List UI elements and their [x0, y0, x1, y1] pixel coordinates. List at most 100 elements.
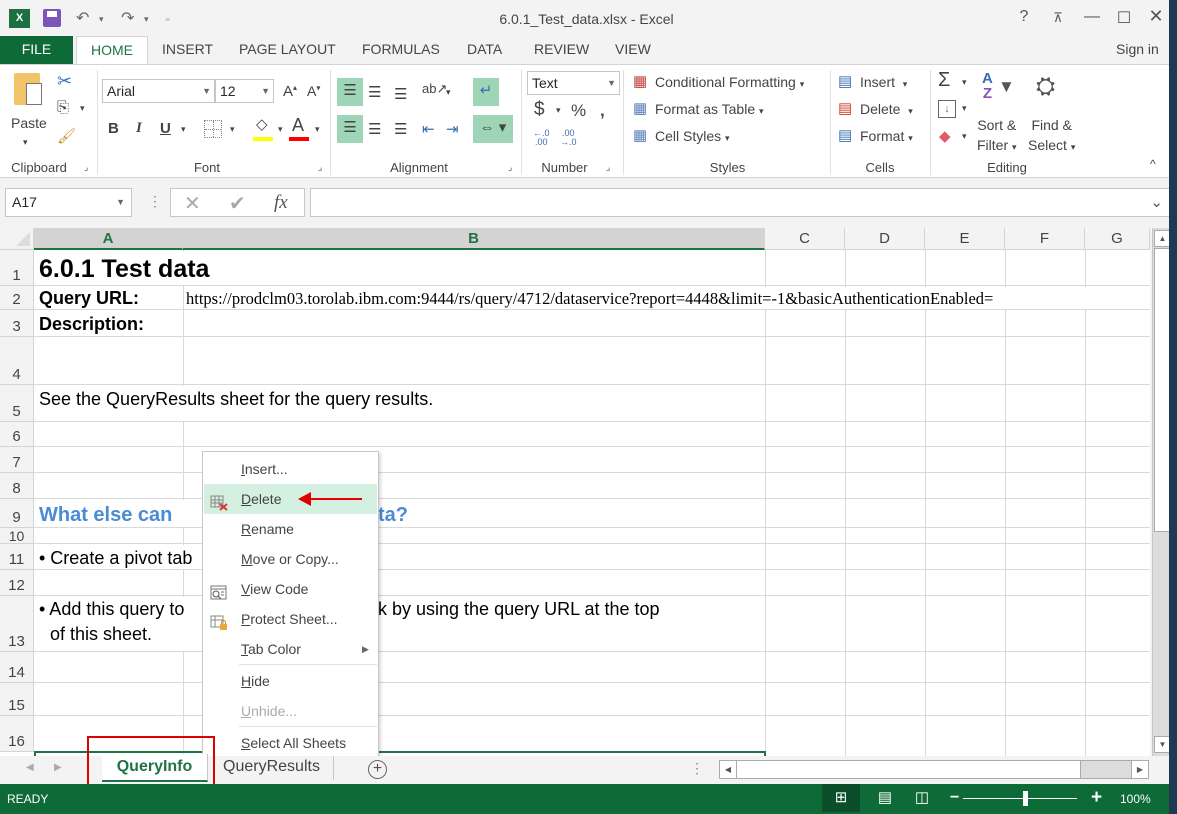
cell-a3[interactable]: Description: — [39, 314, 144, 335]
insert-cells-icon[interactable]: ▤ — [838, 72, 852, 90]
cell-a5[interactable]: See the QueryResults sheet for the query… — [39, 389, 433, 410]
number-format-combo[interactable]: Text ▼ — [527, 71, 620, 95]
column-header-b[interactable]: B — [183, 228, 765, 250]
menu-item-unhide[interactable]: Unhide... — [204, 696, 377, 726]
tab-home[interactable]: HOME — [76, 36, 148, 65]
row-header[interactable]: 2 — [0, 286, 34, 310]
zoom-in-button[interactable]: + — [1091, 787, 1102, 809]
formula-bar-grip-icon[interactable]: ⋮ — [148, 193, 162, 210]
insert-function-button[interactable]: fx — [274, 192, 288, 214]
scroll-left-button[interactable]: ◀ — [720, 761, 737, 778]
row-header[interactable]: 1 — [0, 250, 34, 286]
zoom-slider-thumb[interactable] — [1023, 791, 1028, 806]
increase-indent-button[interactable]: ⇥ — [446, 120, 459, 138]
maximize-button[interactable]: ☐ — [1112, 8, 1136, 28]
paste-dropdown-icon[interactable]: ▾ — [23, 137, 28, 148]
wrap-text-button[interactable]: ↵ — [473, 78, 499, 106]
merge-center-button[interactable]: ⇔ ▾ — [473, 115, 513, 143]
tab-insert[interactable]: INSERT — [148, 36, 227, 64]
clipboard-launcher-icon[interactable]: ⌟ — [84, 162, 88, 173]
chevron-down-icon[interactable]: ▼ — [116, 189, 125, 216]
cell-styles-button[interactable]: Cell Styles ▾ — [655, 128, 730, 144]
tab-view[interactable]: VIEW — [601, 36, 665, 64]
font-color-dropdown-icon[interactable]: ▾ — [315, 124, 320, 135]
number-launcher-icon[interactable]: ⌟ — [606, 162, 610, 173]
decrease-font-icon[interactable]: A▾ — [307, 83, 320, 99]
page-break-view-button[interactable]: ◫ — [907, 784, 937, 812]
sort-filter-icon[interactable]: AZ — [982, 71, 993, 101]
column-header-g[interactable]: G — [1085, 228, 1150, 250]
sign-in-link[interactable]: Sign in — [1116, 36, 1159, 64]
row-header[interactable]: 14 — [0, 652, 34, 683]
font-launcher-icon[interactable]: ⌟ — [318, 162, 322, 173]
find-select-button[interactable]: Find & Select ▾ — [1028, 115, 1075, 157]
scroll-down-button[interactable]: ▼ — [1154, 736, 1169, 753]
menu-item-tab-color[interactable]: Tab Color ▶ — [204, 634, 377, 664]
fill-icon[interactable]: ↓ — [938, 100, 956, 118]
decrease-decimal-button[interactable]: .00 →.0 — [560, 129, 577, 147]
column-header-f[interactable]: F — [1005, 228, 1085, 250]
orientation-icon[interactable]: ab↗ — [422, 81, 447, 97]
bold-button[interactable]: B — [108, 120, 119, 137]
alignment-launcher-icon[interactable]: ⌟ — [508, 162, 512, 173]
menu-item-protect-sheet[interactable]: Protect Sheet... — [204, 604, 377, 634]
borders-dropdown-icon[interactable]: ▾ — [230, 124, 235, 135]
paste-icon[interactable] — [14, 73, 42, 105]
format-as-table-icon[interactable]: ▦ — [633, 99, 647, 117]
formula-input[interactable]: ⌄ — [310, 188, 1169, 217]
new-sheet-button[interactable]: + — [368, 760, 387, 779]
cut-icon[interactable]: ✂ — [57, 71, 72, 92]
expand-formula-icon[interactable]: ⌄ — [1150, 193, 1163, 211]
horizontal-scroll-thumb[interactable] — [737, 761, 1081, 778]
underline-button[interactable]: U — [160, 120, 171, 137]
row-header[interactable]: 15 — [0, 683, 34, 716]
normal-view-button[interactable]: ⊞ — [822, 784, 860, 812]
ribbon-display-options-icon[interactable]: ⊼ — [1046, 10, 1070, 26]
sort-filter-button[interactable]: Sort & Filter ▾ — [977, 115, 1017, 157]
fill-dropdown-icon[interactable]: ▾ — [962, 103, 967, 114]
row-header[interactable]: 4 — [0, 337, 34, 385]
clear-icon[interactable]: ◆ — [939, 127, 951, 145]
page-layout-view-button[interactable]: ▤ — [870, 784, 900, 812]
cancel-icon[interactable]: ✕ — [184, 191, 201, 216]
row-header[interactable]: 13 — [0, 596, 34, 652]
select-all-corner[interactable] — [0, 228, 34, 250]
row-header[interactable]: 16 — [0, 716, 34, 752]
tab-file[interactable]: FILE — [0, 36, 73, 64]
left-align-button[interactable]: ☰ — [337, 115, 363, 143]
format-as-table-button[interactable]: Format as Table ▾ — [655, 101, 764, 117]
decrease-indent-button[interactable]: ⇤ — [422, 120, 435, 138]
scroll-up-button[interactable]: ▲ — [1154, 230, 1169, 247]
row-header[interactable]: 6 — [0, 422, 34, 447]
font-name-combo[interactable]: Arial ▼ — [102, 79, 215, 103]
conditional-formatting-icon[interactable]: ▦ — [633, 72, 647, 90]
increase-font-icon[interactable]: A▴ — [283, 83, 297, 100]
binoculars-icon[interactable]: ⛭ — [1036, 73, 1055, 101]
row-header[interactable]: 11 — [0, 544, 34, 570]
vertical-scrollbar[interactable]: ▲ ▼ — [1152, 228, 1169, 756]
tab-formulas[interactable]: FORMULAS — [348, 36, 454, 64]
comma-button[interactable]: , — [600, 101, 605, 121]
format-cells-button[interactable]: Format ▾ — [860, 128, 913, 144]
underline-dropdown-icon[interactable]: ▾ — [181, 124, 186, 135]
help-button[interactable]: ? — [1012, 8, 1036, 26]
borders-icon[interactable] — [204, 120, 222, 138]
autosum-icon[interactable]: Σ — [938, 69, 950, 92]
middle-align-button[interactable]: ☰ — [368, 83, 381, 101]
row-header[interactable]: 12 — [0, 570, 34, 596]
font-color-icon[interactable]: A — [292, 115, 304, 136]
increase-decimal-button[interactable]: ←.0.00 — [533, 129, 550, 147]
zoom-out-button[interactable]: − — [950, 789, 959, 807]
orientation-dropdown-icon[interactable]: ▾ — [446, 87, 451, 98]
cell-a11[interactable]: • Create a pivot tab — [39, 548, 192, 569]
cell-a2[interactable]: Query URL: — [39, 288, 139, 309]
tab-split-grip-icon[interactable]: ⋮ — [690, 760, 704, 777]
menu-item-select-all-sheets[interactable]: Select All Sheets — [204, 728, 377, 758]
sheet-tab-queryresults[interactable]: QueryResults — [210, 756, 334, 780]
scroll-tabs-left-icon[interactable]: ◀ — [26, 762, 34, 773]
cell-a13[interactable]: • Add this query to — [39, 599, 184, 620]
menu-item-delete[interactable]: Delete — [204, 484, 377, 514]
menu-item-move-copy[interactable]: Move or Copy... — [204, 544, 377, 574]
menu-item-view-code[interactable]: View Code — [204, 574, 377, 604]
cell-a9[interactable]: What else can — [39, 504, 172, 527]
